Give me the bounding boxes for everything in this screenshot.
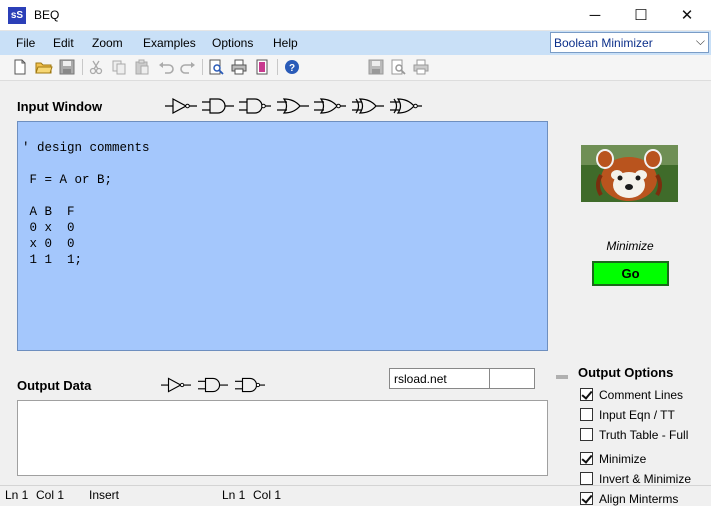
- print-output-icon[interactable]: [412, 58, 430, 76]
- mode-select[interactable]: Boolean Minimizer ⌵: [550, 32, 709, 53]
- nand-gate-icon[interactable]: [239, 96, 271, 116]
- help-icon[interactable]: ?: [283, 58, 301, 76]
- copy-icon[interactable]: [110, 58, 128, 76]
- status-insert-mode: Insert: [89, 488, 120, 502]
- menu-options[interactable]: Options: [212, 36, 253, 50]
- toolbar-separator: [202, 59, 203, 75]
- menu-examples[interactable]: Examples: [143, 36, 196, 50]
- menu-zoom[interactable]: Zoom: [92, 36, 123, 50]
- paste-icon[interactable]: [133, 58, 151, 76]
- window-title: BEQ: [34, 8, 60, 22]
- maximize-window-button[interactable]: ☐: [618, 0, 664, 31]
- mode-select-value: Boolean Minimizer: [554, 36, 653, 50]
- status-line-output: Ln 1: [222, 488, 246, 502]
- panel-splitter-handle[interactable]: [556, 375, 568, 379]
- option-label: Truth Table - Full: [599, 428, 689, 442]
- and-gate-icon[interactable]: [202, 96, 234, 116]
- xor-gate-icon[interactable]: [352, 96, 384, 116]
- option-label: Input Eqn / TT: [599, 408, 675, 422]
- xnor-gate-icon[interactable]: [390, 96, 422, 116]
- output-options-title: Output Options: [578, 365, 674, 380]
- status-col-input: Col 1: [36, 488, 65, 502]
- red-panda-image: [581, 145, 678, 202]
- output-editor[interactable]: [17, 400, 548, 476]
- output-preview-icon[interactable]: [389, 58, 407, 76]
- option-label: Comment Lines: [599, 388, 684, 402]
- close-window-button[interactable]: ✕: [664, 0, 710, 31]
- toolbar-separator: [82, 59, 83, 75]
- option-label: Invert & Minimize: [599, 472, 692, 486]
- or-gate-icon[interactable]: [277, 96, 309, 116]
- option-checkbox[interactable]: [580, 428, 593, 441]
- open-folder-icon[interactable]: [35, 58, 53, 76]
- site-field-extra[interactable]: [489, 368, 535, 389]
- save-icon[interactable]: [58, 58, 76, 76]
- not-gate-icon[interactable]: [161, 375, 191, 395]
- svg-text:?: ?: [289, 63, 295, 74]
- minimize-window-button[interactable]: ─: [572, 0, 618, 31]
- save-output-icon[interactable]: [367, 58, 385, 76]
- cut-icon[interactable]: [87, 58, 105, 76]
- redo-icon[interactable]: [179, 58, 197, 76]
- input-window-label: Input Window: [17, 99, 103, 114]
- print-preview-icon[interactable]: [207, 58, 225, 76]
- option-checkbox[interactable]: [580, 452, 593, 465]
- nand-gate-icon[interactable]: [235, 375, 265, 395]
- option-checkbox[interactable]: [580, 408, 593, 421]
- input-editor-text[interactable]: ' design comments F = A or B; A B F 0 x …: [22, 140, 547, 268]
- and-gate-icon[interactable]: [198, 375, 228, 395]
- input-editor[interactable]: ' design comments F = A or B; A B F 0 x …: [17, 121, 548, 351]
- menu-edit[interactable]: Edit: [53, 36, 74, 50]
- option-checkbox[interactable]: [580, 388, 593, 401]
- option-label: Minimize: [599, 452, 647, 466]
- undo-icon[interactable]: [157, 58, 175, 76]
- status-line-input: Ln 1: [5, 488, 29, 502]
- option-label: Align Minterms: [599, 492, 679, 506]
- menu-file[interactable]: File: [16, 36, 35, 50]
- toolbar-separator: [277, 59, 278, 75]
- option-checkbox[interactable]: [580, 492, 593, 505]
- toolbar: [0, 55, 711, 81]
- chevron-down-icon: ⌵: [695, 34, 705, 48]
- go-button[interactable]: Go: [592, 261, 669, 286]
- print-icon[interactable]: [230, 58, 248, 76]
- page-setup-icon[interactable]: [253, 58, 271, 76]
- menu-help[interactable]: Help: [273, 36, 298, 50]
- option-checkbox[interactable]: [580, 472, 593, 485]
- status-col-output: Col 1: [253, 488, 282, 502]
- minimize-label: Minimize: [606, 239, 654, 253]
- not-gate-icon[interactable]: [165, 96, 197, 116]
- nor-gate-icon[interactable]: [314, 96, 346, 116]
- site-field[interactable]: rsload.net: [389, 368, 490, 389]
- new-file-icon[interactable]: [11, 58, 29, 76]
- output-data-label: Output Data: [17, 378, 92, 393]
- app-icon: sS: [8, 7, 26, 24]
